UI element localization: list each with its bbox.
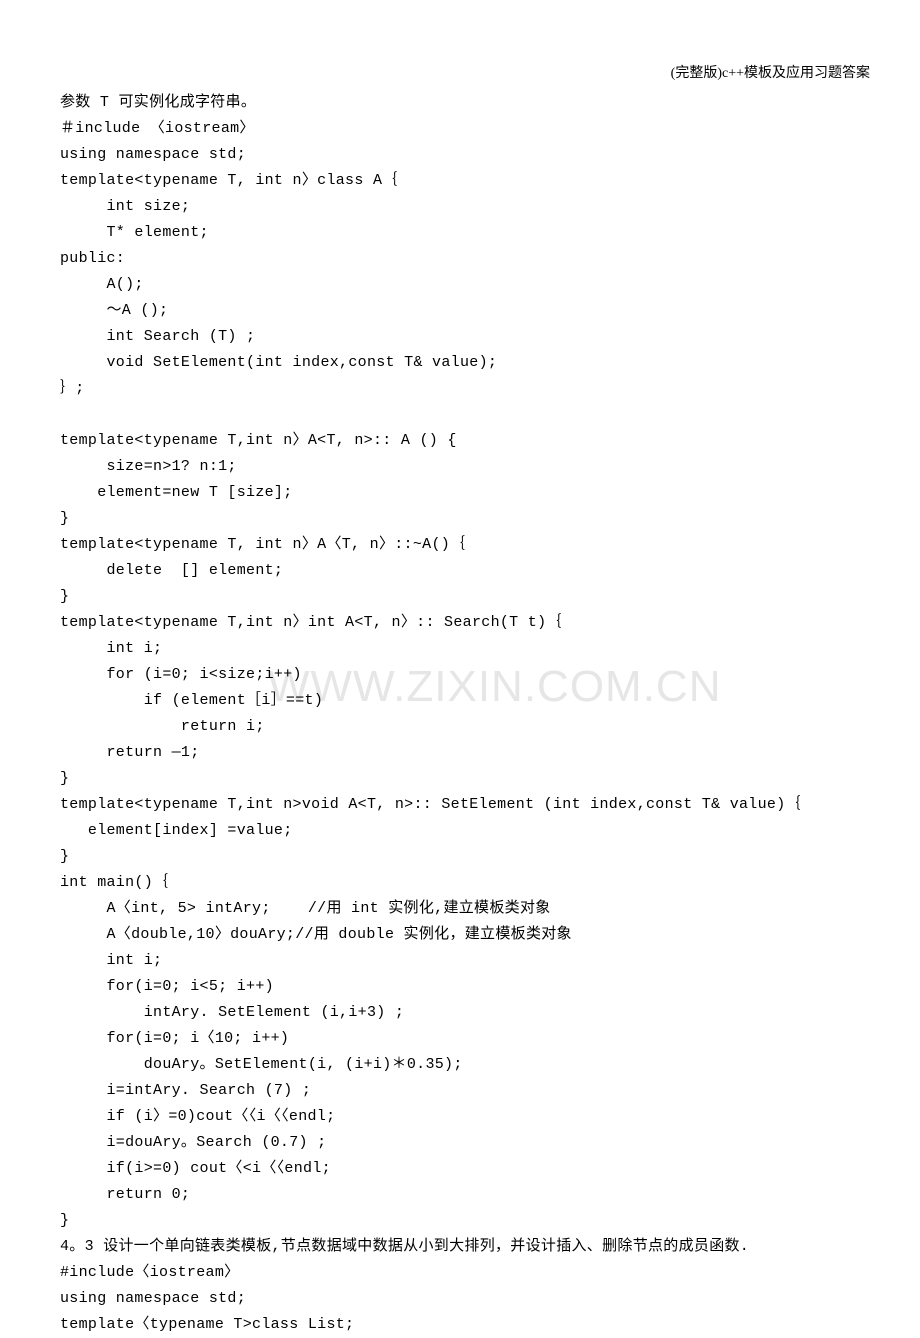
code-line: delete [] element; [60, 562, 283, 579]
code-line: using namespace std; [60, 146, 246, 163]
code-line: A(); [60, 276, 144, 293]
page-header-title: (完整版)c++模板及应用习题答案 [671, 62, 870, 82]
code-line: int i; [60, 952, 162, 969]
code-line: for(i=0; i〈10; i++) [60, 1030, 289, 1047]
code-line: template<typename T, int n〉class A｛ [60, 172, 398, 189]
code-block: 参数 T 可实例化成字符串。 ＃include 〈iostream〉 using… [60, 90, 870, 1338]
code-line: int main()｛ [60, 874, 168, 891]
code-line: template<typename T,int n〉int A<T, n〉:: … [60, 614, 562, 631]
code-line: ｝; [60, 380, 85, 397]
code-line: } [60, 510, 69, 527]
code-line: } [60, 1212, 69, 1229]
code-line: if (i〉=0)cout〈〈i〈〈endl; [60, 1108, 335, 1125]
code-line: } [60, 770, 69, 787]
code-line: element=new T [size]; [60, 484, 293, 501]
code-line: A〈double,10〉douAry;//用 double 实例化，建立模板类对… [60, 926, 572, 943]
code-line: if(i>=0) cout〈<i〈〈endl; [60, 1160, 331, 1177]
code-line: if (element［i］==t) [60, 692, 323, 709]
code-line: 4。3 设计一个单向链表类模板,节点数据域中数据从小到大排列，并设计插入、删除节… [60, 1238, 749, 1255]
code-line: return i; [60, 718, 265, 735]
code-line: template<typename T, int n〉A〈T, n〉::~A()… [60, 536, 465, 553]
code-line: template<typename T,int n〉A<T, n>:: A ()… [60, 432, 457, 449]
code-line: ～A (); [60, 302, 168, 319]
code-line: using namespace std; [60, 1290, 246, 1307]
code-line: ＃include 〈iostream〉 [60, 120, 255, 137]
code-line: template〈typename T>class List; [60, 1316, 354, 1333]
code-line: return 0; [60, 1186, 190, 1203]
code-line: } [60, 588, 69, 605]
code-line: i=douAry。Search (0.7) ; [60, 1134, 326, 1151]
code-line: i=intAry. Search (7) ; [60, 1082, 311, 1099]
code-line: intAry. SetElement (i,i+3) ; [60, 1004, 404, 1021]
code-line: int size; [60, 198, 190, 215]
code-line: 参数 T 可实例化成字符串。 [60, 94, 256, 111]
code-line: return —1; [60, 744, 200, 761]
code-line: for(i=0; i<5; i++) [60, 978, 274, 995]
code-line: A〈int, 5> intAry; //用 int 实例化,建立模板类对象 [60, 900, 551, 917]
code-line: T* element; [60, 224, 209, 241]
code-line: #include〈iostream〉 [60, 1264, 239, 1281]
code-line: int Search (T) ; [60, 328, 255, 345]
code-line: size=n>1? n:1; [60, 458, 237, 475]
code-line: for (i=0; i<size;i++) [60, 666, 302, 683]
code-line: template<typename T,int n>void A<T, n>::… [60, 796, 801, 813]
code-line: int i; [60, 640, 162, 657]
code-line: public: [60, 250, 125, 267]
code-line: douAry。SetElement(i, (i+i)＊0.35); [60, 1056, 463, 1073]
code-line: element[index] =value; [60, 822, 293, 839]
code-line: void SetElement(int index,const T& value… [60, 354, 497, 371]
code-line: } [60, 848, 69, 865]
